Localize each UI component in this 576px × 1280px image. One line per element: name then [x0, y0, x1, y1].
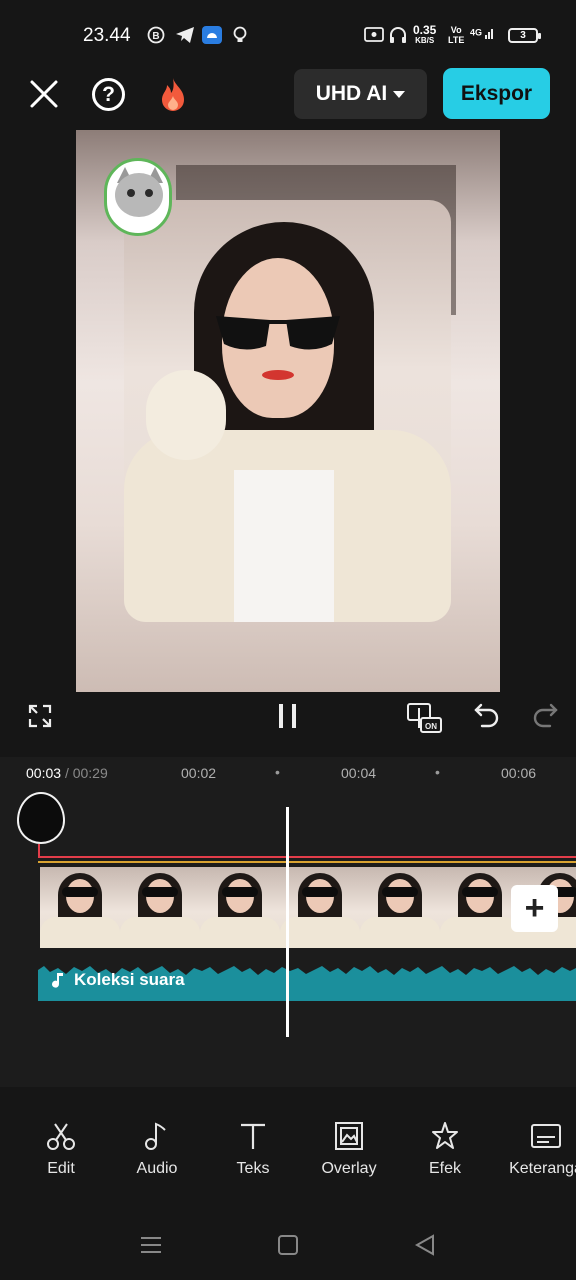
- tool-label: Edit: [47, 1160, 75, 1177]
- b-app-icon: B: [147, 26, 165, 44]
- tool-captions[interactable]: Keteranga: [498, 1120, 576, 1190]
- redo-icon: [533, 703, 558, 728]
- nav-back-button[interactable]: [414, 1234, 436, 1256]
- time-readout: 00:03 / 00:29: [26, 765, 108, 781]
- ruler-dot: •: [435, 764, 440, 780]
- bulb-icon: [232, 26, 248, 44]
- net-speed: 0.35 KB/S: [413, 24, 436, 46]
- playhead[interactable]: [286, 807, 289, 1037]
- effect-track-yellow[interactable]: [38, 861, 576, 863]
- signal-indicator: 4G: [470, 27, 495, 39]
- preview-photo: [124, 200, 451, 622]
- fire-icon: [162, 78, 184, 111]
- tool-label: Keteranga: [509, 1160, 576, 1177]
- photo-hand: [146, 370, 226, 460]
- captions-icon: [531, 1124, 561, 1148]
- tool-audio[interactable]: Audio: [109, 1120, 205, 1190]
- tool-label: Audio: [136, 1160, 178, 1177]
- total-time: / 00:29: [64, 765, 108, 781]
- net-speed-value: 0.35: [413, 23, 437, 37]
- music-note-icon: [52, 973, 63, 988]
- status-clock: 23.44: [83, 25, 131, 46]
- help-button[interactable]: ?: [92, 78, 125, 111]
- effect-track-red[interactable]: [38, 856, 576, 858]
- cover-thumbnail[interactable]: [17, 792, 65, 844]
- net-speed-unit: KB/S: [415, 36, 435, 45]
- fire-button[interactable]: [156, 76, 190, 114]
- compare-on-icon: ON: [407, 703, 442, 733]
- signal-label: 4G: [470, 27, 483, 38]
- tool-effects[interactable]: Efek: [397, 1120, 493, 1190]
- nav-recents-button[interactable]: [140, 1235, 162, 1255]
- expand-icon: [28, 704, 52, 728]
- volte-top: Vo: [450, 25, 462, 35]
- menu-lines-icon: [141, 1237, 161, 1253]
- tool-edit[interactable]: Edit: [13, 1120, 109, 1190]
- ruler-mark: 00:02: [181, 765, 217, 781]
- volte-bottom: LTE: [448, 35, 465, 45]
- photo-lips: [262, 370, 294, 380]
- close-icon: [30, 80, 58, 108]
- scissors-icon: [47, 1123, 75, 1150]
- pause-button[interactable]: [276, 704, 300, 730]
- tool-label: Teks: [236, 1160, 270, 1177]
- android-icon: [202, 26, 222, 44]
- audio-track-label: Koleksi suara: [50, 970, 185, 990]
- cat-face: [115, 173, 163, 217]
- tool-overlay[interactable]: Overlay: [301, 1120, 397, 1190]
- cat-sticker[interactable]: [104, 158, 172, 236]
- caret-down-icon: [393, 90, 406, 98]
- clip-frame: [200, 867, 280, 948]
- telegram-icon: [175, 26, 195, 44]
- music-note-icon: [145, 1122, 166, 1150]
- current-time: 00:03: [26, 765, 62, 781]
- add-clip-button[interactable]: +: [511, 885, 558, 932]
- export-button[interactable]: Ekspor: [443, 68, 550, 119]
- audio-track-name: Koleksi suara: [74, 970, 185, 989]
- svg-text:B: B: [152, 31, 159, 42]
- clip-frame: [40, 867, 120, 948]
- undo-icon: [474, 703, 499, 728]
- tool-text[interactable]: Teks: [205, 1120, 301, 1190]
- volte-indicator: Vo LTE: [448, 25, 464, 45]
- undo-button[interactable]: [474, 702, 500, 728]
- clip-frame: [360, 867, 440, 948]
- redo-button[interactable]: [532, 702, 558, 728]
- text-icon: [241, 1123, 265, 1149]
- cat-eye-right: [145, 189, 153, 197]
- back-triangle-icon: [414, 1234, 434, 1256]
- headphones-icon: [389, 26, 407, 44]
- clip-frame: [280, 867, 360, 948]
- fullscreen-button[interactable]: [28, 704, 52, 728]
- nav-home-button[interactable]: [278, 1235, 298, 1255]
- battery-indicator: 3: [508, 28, 541, 43]
- preview-toggle-button[interactable]: ON: [406, 702, 444, 734]
- svg-text:ON: ON: [425, 722, 437, 731]
- tool-label: Overlay: [321, 1160, 377, 1177]
- ruler-mark: 00:04: [341, 765, 377, 781]
- screen-record-icon: [364, 26, 384, 44]
- video-preview[interactable]: [76, 130, 500, 692]
- ruler-dot: •: [275, 764, 280, 780]
- cat-eye-left: [127, 189, 135, 197]
- question-mark-icon: ?: [102, 83, 115, 106]
- quality-dropdown[interactable]: UHD AI: [294, 69, 427, 119]
- ruler-mark: 00:06: [501, 765, 537, 781]
- close-button[interactable]: [28, 78, 60, 110]
- clip-frame: [440, 867, 520, 948]
- clip-frame: [120, 867, 200, 948]
- sparkle-star-icon: [432, 1122, 458, 1149]
- status-bar: 23.44 B 0.35 KB/S Vo LTE 4G 3: [0, 0, 576, 70]
- photo-sunglasses: [216, 316, 340, 350]
- photo-shirt: [234, 470, 334, 622]
- signal-bars-icon: [484, 29, 493, 39]
- quality-label: UHD AI: [315, 82, 388, 105]
- tool-label: Efek: [428, 1160, 461, 1177]
- video-clip-track[interactable]: [40, 867, 576, 948]
- overlay-image-icon: [335, 1122, 363, 1150]
